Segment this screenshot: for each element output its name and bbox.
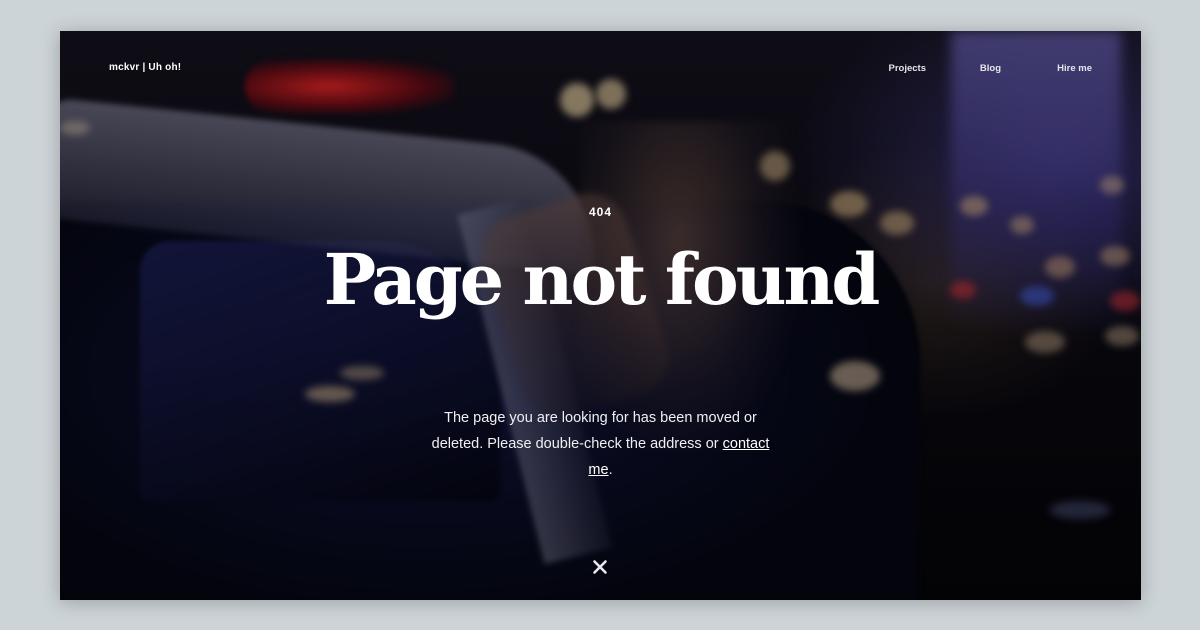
error-message-end: . — [608, 462, 613, 478]
error-message: The page you are looking for has been mo… — [431, 405, 771, 483]
error-code: 404 — [588, 205, 613, 219]
error-content: 404 Page not found The page you are look… — [60, 31, 1141, 600]
close-icon[interactable] — [591, 558, 609, 576]
page-frame: mckvr | Uh oh! Projects Blog Hire me 404… — [60, 31, 1141, 600]
page-title: Page not found — [323, 238, 881, 321]
error-message-text: The page you are looking for has been mo… — [431, 410, 757, 452]
